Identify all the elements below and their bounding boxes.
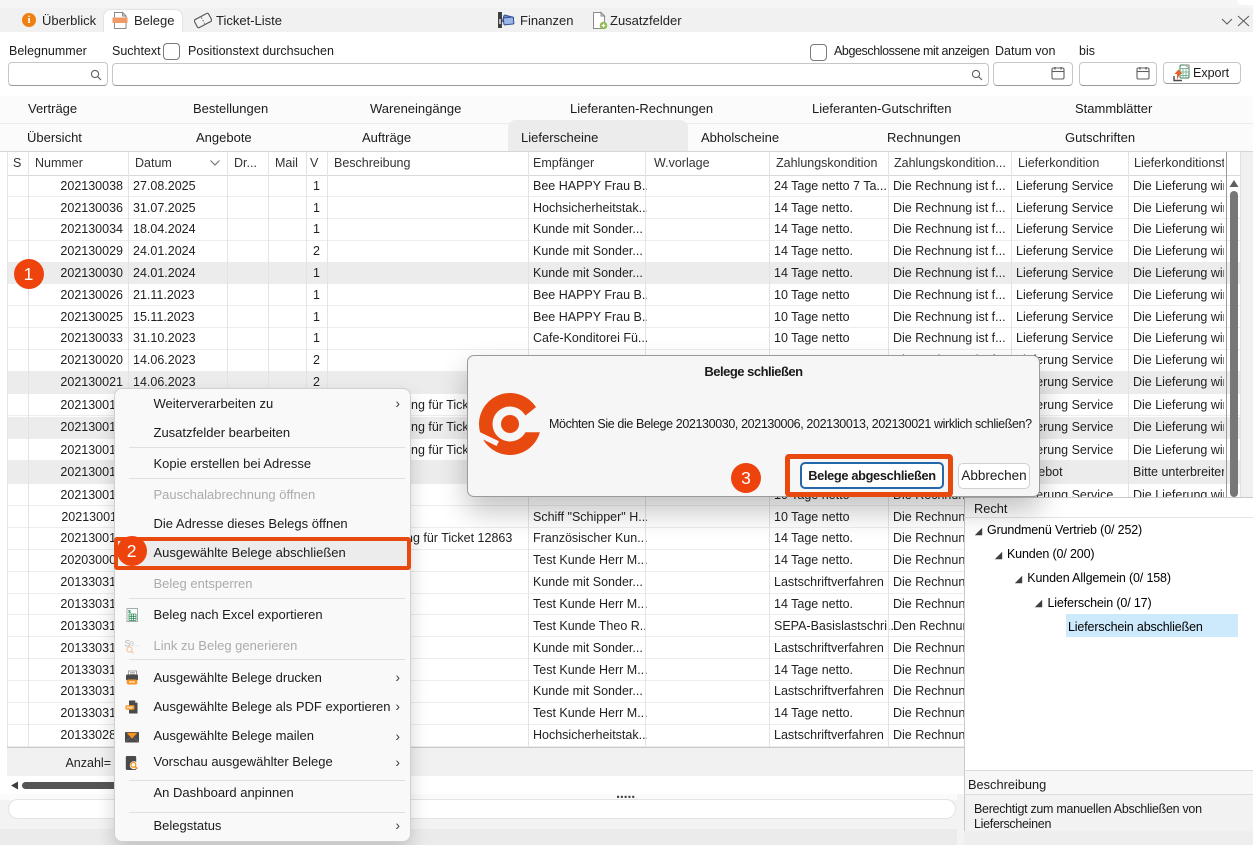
svg-text:...: ... [134, 642, 140, 649]
svg-text:PDF: PDF [127, 706, 134, 710]
